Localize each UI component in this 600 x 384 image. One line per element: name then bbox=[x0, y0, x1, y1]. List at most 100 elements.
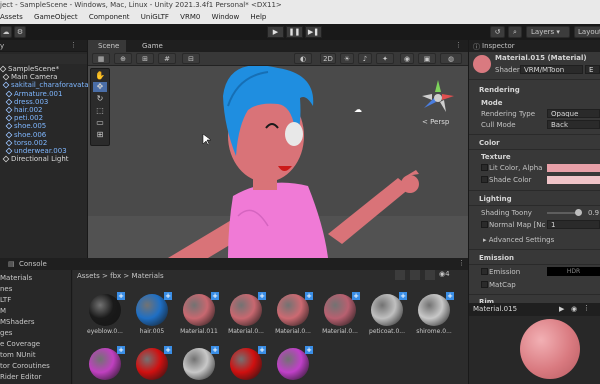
inspector-tab[interactable]: ⓘ Inspector bbox=[469, 40, 600, 52]
layers-dropdown[interactable]: Layers ▾ bbox=[526, 26, 570, 38]
normal-map-scale[interactable]: 1 bbox=[547, 220, 600, 229]
preview-sphere-icon[interactable]: ◉ bbox=[571, 305, 577, 313]
hierarchy-tab[interactable]: y ⋮ bbox=[0, 40, 87, 52]
menu-window[interactable]: Window bbox=[212, 13, 240, 21]
tab-scene[interactable]: Scene bbox=[88, 40, 126, 52]
material-asset[interactable]: + eyeblow.0... bbox=[87, 292, 125, 340]
menu-component[interactable]: Component bbox=[89, 13, 130, 21]
lighting-header[interactable]: Lighting bbox=[479, 195, 512, 203]
material-asset[interactable]: + bbox=[275, 346, 313, 384]
material-asset[interactable]: + bbox=[228, 346, 266, 384]
project-tree-item[interactable]: ges bbox=[0, 329, 12, 337]
material-asset[interactable]: + bbox=[134, 346, 172, 384]
bottom-menu-icon[interactable]: ⋮ bbox=[458, 259, 465, 267]
move-tool-icon[interactable]: ✥ bbox=[93, 82, 107, 92]
search-icon[interactable]: ⌕ bbox=[508, 26, 522, 38]
normal-map-slot[interactable] bbox=[481, 221, 488, 228]
project-tree-item[interactable]: MShaders bbox=[0, 318, 34, 326]
project-tree-item[interactable]: Rider Editor bbox=[0, 373, 41, 381]
snap-increment-icon[interactable]: ⊟ bbox=[182, 53, 200, 64]
emission-color-swatch[interactable]: HDR bbox=[547, 267, 600, 276]
shading-toony-value[interactable]: 0.9 bbox=[588, 209, 599, 217]
project-tree-item[interactable]: LTF bbox=[0, 296, 11, 304]
menu-vrm0[interactable]: VRM0 bbox=[180, 13, 200, 21]
shading-mode-icon[interactable]: ◐ bbox=[294, 53, 312, 64]
rendering-type-dropdown[interactable]: Opaque bbox=[547, 109, 600, 118]
emission-texture-slot[interactable] bbox=[481, 268, 488, 275]
tab-console[interactable]: Console bbox=[19, 260, 47, 268]
material-asset[interactable]: + Material.0... bbox=[275, 292, 313, 340]
preview-play-icon[interactable]: ▶ bbox=[559, 305, 564, 313]
cloud-icon[interactable]: ☁ bbox=[0, 26, 12, 38]
history-icon[interactable]: ↺ bbox=[490, 26, 505, 38]
hierarchy-item[interactable]: Directional Light bbox=[2, 155, 69, 164]
play-button[interactable]: ▶ bbox=[267, 26, 284, 38]
project-tree-item[interactable]: tor Coroutines bbox=[0, 362, 50, 370]
audio-icon[interactable]: ♪ bbox=[358, 53, 372, 64]
pause-button[interactable]: ❚❚ bbox=[286, 26, 303, 38]
lit-texture-slot[interactable] bbox=[481, 164, 488, 171]
project-tree-item[interactable]: e Coverage bbox=[0, 340, 40, 348]
project-tree-item[interactable]: Materials bbox=[0, 274, 32, 282]
material-asset[interactable]: + bbox=[87, 346, 125, 384]
layout-dropdown[interactable]: Layout bbox=[574, 26, 600, 38]
shader-edit-button[interactable]: E bbox=[585, 65, 600, 74]
breadcrumb-fbx[interactable]: fbx bbox=[110, 272, 121, 280]
menu-gameobject[interactable]: GameObject bbox=[34, 13, 78, 21]
material-asset[interactable]: + Material.0... bbox=[322, 292, 360, 340]
material-asset[interactable]: + Material.0... bbox=[228, 292, 266, 340]
gizmos-icon[interactable]: ◍ bbox=[440, 53, 462, 64]
hand-tool-icon[interactable]: ✋ bbox=[93, 71, 107, 81]
draw-mode-icon[interactable]: ▦ bbox=[92, 53, 110, 64]
shade-texture-slot[interactable] bbox=[481, 176, 488, 183]
cull-mode-dropdown[interactable]: Back bbox=[547, 120, 600, 129]
scene-viewport[interactable]: ☁ ✋ ✥ ↻ ⬚ ▭ ⊞ < Persp bbox=[88, 66, 468, 258]
scene-menu-icon[interactable]: ⋮ bbox=[455, 41, 462, 49]
global-icon[interactable]: ⊞ bbox=[136, 53, 154, 64]
matcap-texture-slot[interactable] bbox=[481, 281, 488, 288]
transform-tool-icon[interactable]: ⊞ bbox=[93, 130, 107, 140]
menu-help[interactable]: Help bbox=[250, 13, 266, 21]
breadcrumb-materials[interactable]: Materials bbox=[132, 272, 164, 280]
material-asset[interactable]: + bbox=[181, 346, 219, 384]
step-button[interactable]: ▶❚ bbox=[305, 26, 322, 38]
effects-icon[interactable]: ✦ bbox=[376, 53, 394, 64]
material-asset[interactable]: + hair.005 bbox=[134, 292, 172, 340]
shader-dropdown[interactable]: VRM/MToon bbox=[520, 65, 583, 74]
persp-label[interactable]: < Persp bbox=[422, 118, 449, 126]
shade-color-swatch[interactable] bbox=[547, 176, 600, 184]
preview-sphere[interactable] bbox=[520, 319, 580, 379]
breadcrumb-assets[interactable]: Assets bbox=[77, 272, 100, 280]
hierarchy-search[interactable] bbox=[0, 54, 87, 64]
emission-header[interactable]: Emission bbox=[479, 254, 514, 262]
menu-assets[interactable]: Assets bbox=[0, 13, 23, 21]
menu-unigltf[interactable]: UniGLTF bbox=[141, 13, 169, 21]
filter-icon[interactable] bbox=[395, 270, 405, 280]
tab-game[interactable]: Game bbox=[132, 40, 168, 52]
label-icon[interactable] bbox=[410, 270, 420, 280]
pivot-icon[interactable]: ⊕ bbox=[114, 53, 132, 64]
scale-tool-icon[interactable]: ⬚ bbox=[93, 106, 107, 116]
grid-snap-icon[interactable]: # bbox=[158, 53, 176, 64]
preview-menu-icon[interactable]: ⋮ bbox=[583, 304, 590, 312]
menu-dots-icon[interactable]: ⋮ bbox=[70, 41, 77, 49]
lighting-icon[interactable]: ☀ bbox=[340, 53, 354, 64]
rect-tool-icon[interactable]: ▭ bbox=[93, 118, 107, 128]
mode-2d-button[interactable]: 2D bbox=[320, 53, 336, 64]
project-tree-item[interactable]: M bbox=[0, 307, 6, 315]
favorite-icon[interactable] bbox=[425, 270, 435, 280]
material-asset[interactable]: + shirome.0... bbox=[416, 292, 454, 340]
project-tree-item[interactable]: tom NUnit bbox=[0, 351, 36, 359]
rendering-header[interactable]: Rendering bbox=[479, 86, 520, 94]
advanced-settings-foldout[interactable]: ▸ Advanced Settings bbox=[483, 236, 554, 244]
project-tree-item[interactable]: nes bbox=[0, 285, 12, 293]
rotate-tool-icon[interactable]: ↻ bbox=[93, 94, 107, 104]
shading-toony-handle[interactable] bbox=[575, 209, 582, 216]
lit-color-swatch[interactable] bbox=[547, 164, 600, 172]
orientation-gizmo[interactable] bbox=[418, 78, 458, 118]
collab-icon[interactable]: ⚙ bbox=[14, 26, 26, 38]
camera-icon[interactable]: ▣ bbox=[418, 53, 436, 64]
color-header[interactable]: Color bbox=[479, 139, 500, 147]
material-asset[interactable]: + peticoat.0... bbox=[369, 292, 407, 340]
visibility-icon[interactable]: ◉ bbox=[400, 53, 414, 64]
